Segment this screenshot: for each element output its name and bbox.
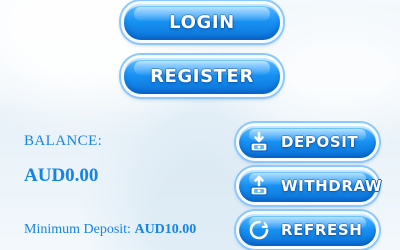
refresh-button[interactable]: REFRESH — [236, 211, 379, 249]
withdraw-button[interactable]: WITHDRAW — [236, 167, 383, 205]
deposit-icon — [247, 130, 271, 154]
withdraw-button-label: WITHDRAW — [281, 177, 383, 195]
balance-value: AUD0.00 — [24, 165, 99, 186]
deposit-button-label: DEPOSIT — [281, 133, 359, 151]
deposit-button[interactable]: DEPOSIT — [236, 123, 379, 161]
balance-label: BALANCE: — [24, 133, 103, 149]
refresh-button-label: REFRESH — [281, 221, 363, 239]
login-button-label: LOGIN — [169, 11, 235, 33]
minimum-deposit-label: Minimum Deposit: — [24, 222, 131, 237]
register-button-label: REGISTER — [150, 65, 254, 87]
withdraw-icon — [247, 174, 271, 198]
register-button[interactable]: REGISTER — [121, 55, 283, 97]
refresh-icon — [247, 218, 271, 242]
minimum-deposit-value: AUD10.00 — [134, 222, 197, 237]
minimum-deposit-row: Minimum Deposit: AUD10.00 — [24, 222, 196, 238]
wallet-panel: LOGIN REGISTER BALANCE: AUD0.00 Minimum … — [0, 0, 400, 250]
login-button[interactable]: LOGIN — [121, 1, 283, 43]
